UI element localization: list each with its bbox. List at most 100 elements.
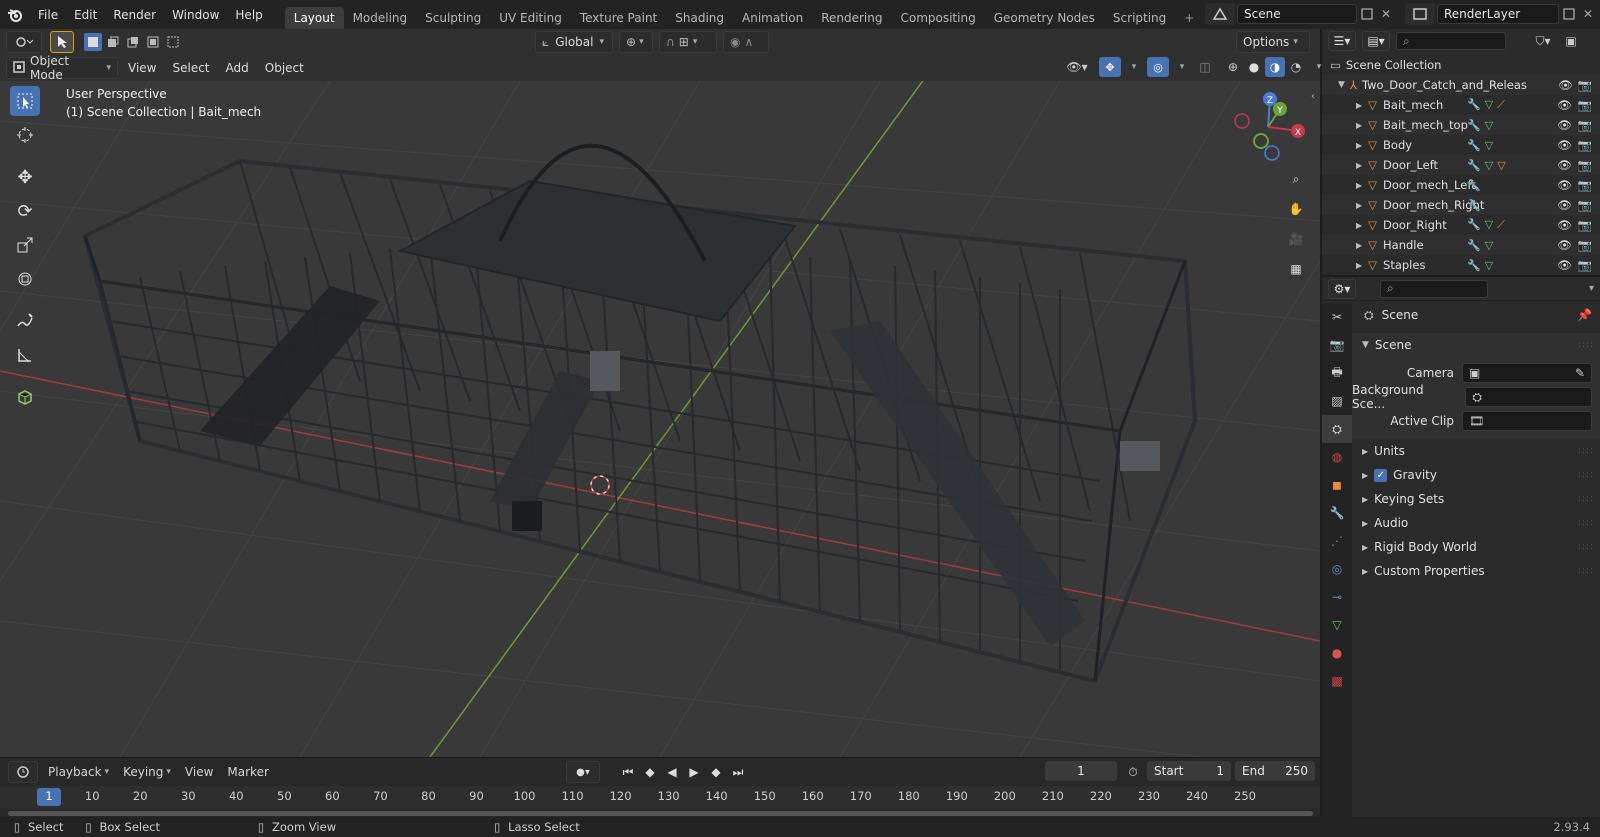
pan-hand-icon[interactable]: ✋ [1284, 197, 1308, 221]
wireframe-shading-icon[interactable]: ⊕ [1223, 57, 1243, 77]
menu-file[interactable]: File [30, 8, 66, 22]
delete-scene-icon[interactable]: ✕ [1377, 4, 1395, 24]
menu-select[interactable]: Select [166, 57, 215, 79]
new-view-layer-icon[interactable] [1559, 4, 1579, 24]
menu-add[interactable]: Add [220, 57, 255, 79]
mesh-icon[interactable]: ▽ [1485, 218, 1493, 232]
output-tab-icon[interactable]: 🖶 [1322, 359, 1352, 387]
menu-view[interactable]: View [122, 57, 162, 79]
mesh-icon[interactable]: ▽ [1485, 239, 1493, 252]
tab-uv-editing[interactable]: UV Editing [490, 7, 571, 29]
transform-orientation-dropdown[interactable]: ⟀ Global ▾ [535, 31, 613, 53]
jump-end-icon[interactable]: ⏭ [728, 765, 748, 780]
mesh-icon[interactable]: ▽ [1485, 98, 1493, 112]
select-subtract-icon[interactable] [124, 33, 142, 51]
drag-grip-icon[interactable]: :::: [1578, 470, 1594, 480]
xray-toggle-icon[interactable]: ◫ [1195, 57, 1215, 77]
drag-grip-icon[interactable]: :::: [1578, 340, 1594, 350]
play-icon[interactable]: ▶ [684, 765, 704, 779]
expand-arrow-icon[interactable]: ▶ [1356, 141, 1362, 150]
transform-tool-icon[interactable] [10, 264, 40, 294]
jump-start-icon[interactable]: ⏮ [618, 765, 638, 780]
render-camera-icon[interactable]: 📷 [1578, 198, 1592, 212]
new-scene-icon[interactable] [1357, 4, 1377, 24]
view-layer-field[interactable]: RenderLayer [1437, 4, 1559, 24]
constraints-tab-icon[interactable]: ⊸ [1322, 583, 1352, 611]
select-extend-icon[interactable] [104, 33, 122, 51]
timeline-scrollbar[interactable] [8, 811, 1313, 816]
wrench-icon[interactable]: 🔧 [1467, 199, 1481, 212]
outliner-object-row[interactable]: ▶ ▽ Body 🔧 ▽ 👁 📷 [1322, 135, 1600, 155]
outliner-scene-collection[interactable]: ▭ Scene Collection [1322, 55, 1600, 75]
menu-object[interactable]: Object [259, 57, 310, 79]
add-cube-tool-icon[interactable] [10, 382, 40, 412]
expand-arrow-icon[interactable]: ▶ [1356, 221, 1362, 230]
drag-grip-icon[interactable]: :::: [1578, 494, 1594, 504]
pivot-point-dropdown[interactable]: ⊕ ▾ [619, 31, 653, 53]
wrench-icon[interactable]: 🔧 [1467, 239, 1481, 252]
select-invert-icon[interactable] [144, 33, 162, 51]
render-camera-icon[interactable]: 📷 [1578, 178, 1592, 192]
bone-icon[interactable]: ⟋ [1497, 218, 1505, 232]
background-scene-field[interactable]: ⛭ [1465, 387, 1592, 407]
cursor-tool-icon[interactable] [10, 120, 40, 150]
wrench-icon[interactable]: 🔧 [1467, 159, 1481, 172]
properties-section-header[interactable]: ▶ Units:::: [1352, 439, 1600, 463]
sidebar-toggle-icon[interactable]: ‹ [1308, 91, 1318, 102]
tab-texture-paint[interactable]: Texture Paint [571, 7, 666, 29]
outliner-object-row[interactable]: ▶ ▽ Handle 🔧 ▽ 👁 📷 [1322, 235, 1600, 255]
outliner-object-row[interactable]: ▶ ▽ Door_Left 🔧 ▽ ▽ 👁 📷 [1322, 155, 1600, 175]
outliner-collection-row[interactable]: ▼ ⅄ Two_Door_Catch_and_Releas 👁 📷 [1322, 75, 1600, 95]
wrench-icon[interactable]: 🔧 [1467, 179, 1481, 192]
expand-arrow-icon[interactable]: ▶ [1356, 101, 1362, 110]
visibility-eye-icon[interactable]: 👁 [1557, 178, 1572, 192]
outliner-search-input[interactable]: ⌕ [1396, 32, 1506, 50]
wrench-icon[interactable]: 🔧 [1467, 259, 1481, 272]
camera-view-icon[interactable]: 🎥 [1284, 227, 1308, 251]
tab-shading[interactable]: Shading [666, 7, 733, 29]
expand-arrow-icon[interactable]: ▶ [1356, 181, 1362, 190]
mesh-icon[interactable]: ▽ [1485, 259, 1493, 272]
jump-keyframe-back-icon[interactable]: ◆ [640, 765, 660, 779]
render-camera-icon[interactable]: 📷 [1578, 218, 1592, 232]
mode-dropdown[interactable]: Object Mode ▾ [6, 54, 118, 82]
properties-section-header[interactable]: ▶ Keying Sets:::: [1352, 487, 1600, 511]
render-camera-icon[interactable]: 📷 [1578, 138, 1592, 152]
material-shading-icon[interactable]: ◑ [1265, 57, 1285, 77]
ortho-toggle-icon[interactable]: ▦ [1284, 257, 1308, 281]
menu-window[interactable]: Window [164, 8, 227, 22]
outliner-object-row[interactable]: ▶ ▽ Door_Right 🔧 ▽ ⟋ 👁 📷 [1322, 215, 1600, 235]
select-box-tool-icon[interactable] [10, 86, 40, 116]
texture-tab-icon[interactable]: ▩ [1322, 667, 1352, 695]
outliner-object-row[interactable]: ▶ ▽ Door_mech_Left 🔧 👁 📷 [1322, 175, 1600, 195]
overlays-dropdown-icon[interactable]: ▾ [1177, 62, 1187, 72]
keying-menu[interactable]: Keying ▾ [119, 765, 175, 779]
visibility-eye-icon[interactable]: 👁 [1557, 98, 1572, 112]
playback-menu[interactable]: Playback ▾ [44, 765, 113, 779]
gizmo-toggle-icon[interactable]: ✥ [1099, 57, 1121, 77]
zoom-icon[interactable]: ⌕ [1284, 167, 1308, 191]
physics-tab-icon[interactable]: ◎ [1322, 555, 1352, 583]
view-layer-tab-icon[interactable]: ▨ [1322, 387, 1352, 415]
particles-tab-icon[interactable]: ⋰ [1322, 527, 1352, 555]
visibility-eye-icon[interactable]: 👁 [1557, 198, 1572, 212]
modifier-tab-icon[interactable]: 🔧 [1322, 499, 1352, 527]
visibility-eye-icon[interactable]: 👁 [1557, 258, 1572, 272]
tab-compositing[interactable]: Compositing [891, 7, 984, 29]
properties-options-icon[interactable]: ▾ [1589, 283, 1594, 294]
visibility-eye-icon[interactable]: 👁 [1557, 158, 1572, 172]
stopwatch-icon[interactable]: ⏱ [1123, 762, 1143, 782]
start-frame-field[interactable]: Start 1 [1147, 761, 1231, 781]
delete-view-layer-icon[interactable]: ✕ [1579, 4, 1597, 24]
render-camera-icon[interactable]: 📷 [1578, 258, 1592, 272]
mesh-icon[interactable]: ▽ [1485, 119, 1493, 132]
tool-tab-icon[interactable]: ✂ [1322, 303, 1352, 331]
render-camera-icon[interactable]: 📷 [1578, 118, 1592, 132]
render-camera-icon[interactable]: 📷 [1578, 158, 1592, 172]
visibility-eye-icon[interactable]: 👁 [1558, 78, 1573, 92]
navigation-gizmo[interactable]: Z Y X [1228, 87, 1308, 167]
properties-editor-type-icon[interactable]: ⚙▾ [1328, 278, 1356, 299]
measure-tool-icon[interactable] [10, 340, 40, 370]
outliner-object-row[interactable]: ▶ ▽ Bait_mech 🔧 ▽ ⟋ 👁 📷 [1322, 95, 1600, 115]
world-tab-icon[interactable]: ◍ [1322, 443, 1352, 471]
